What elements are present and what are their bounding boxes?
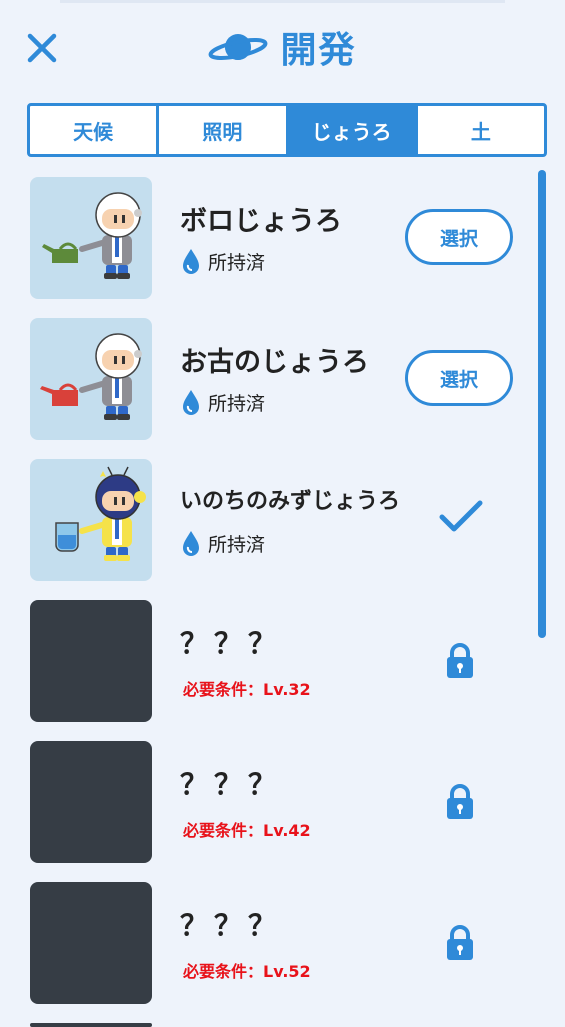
tab-lighting[interactable]: 照明 [159,106,289,154]
character-image [42,192,142,279]
requirement-text: 必要条件：Lv.52 [183,962,311,981]
tab-soil[interactable]: 土 [418,106,544,154]
tab-weather[interactable]: 天候 [30,106,160,154]
requirement-text: 必要条件：Lv.42 [183,821,311,840]
locked-thumbnail [30,741,152,863]
water-drop-icon [183,531,199,556]
owned-status: 所持済 [180,388,265,416]
lock-icon [447,925,473,960]
owned-status: 所持済 [180,247,265,275]
item-name: ？？？ [180,909,283,942]
list-item: ？？？ 必要条件：Lv.32 [30,600,530,724]
lock-icon [447,784,473,819]
title-area: 開発 [0,22,565,72]
list-item: ？？？ 必要条件：Lv.52 [30,882,530,1006]
checkmark-icon [439,500,483,532]
scrollbar[interactable] [538,170,546,638]
header: 開発 [0,0,565,100]
locked-thumbnail [30,600,152,722]
owned-label: 所持済 [208,392,266,415]
list-item: ？？？ 必要条件：Lv.42 [30,741,530,865]
item-name: いのちのみずじょうろ [180,489,401,514]
character-image [55,466,146,561]
tab-watering-can[interactable]: じょうろ [288,106,418,154]
item-thumbnail [30,318,152,440]
category-tabs: 天候 照明 じょうろ 土 [27,103,547,157]
lock-icon [447,643,473,678]
owned-label: 所持済 [208,251,266,274]
owned-label: 所持済 [208,533,266,556]
list-item: いのちのみずじょうろ 所持済 [30,459,530,583]
water-drop-icon [183,390,199,415]
item-name: ボロじょうろ [180,206,342,237]
planet-icon [209,34,268,60]
item-name: ？？？ [180,627,283,660]
item-name: ？？？ [180,768,283,801]
item-name: お古のじょうろ [180,347,369,378]
item-list: ボロじょうろ 所持済 選択 お古のじょうろ 所持済 選択 いのちのみずじょうろ … [0,170,565,1027]
list-item: ボロじょうろ 所持済 選択 [30,177,530,301]
water-drop-icon [183,249,199,274]
character-image [40,333,142,420]
list-item: お古のじょうろ 所持済 選択 [30,318,530,442]
locked-thumbnail [30,882,152,1004]
owned-status: 所持済 [180,529,265,557]
item-thumbnail [30,177,152,299]
page-title: 開発 [280,30,357,71]
requirement-text: 必要条件：Lv.32 [183,680,311,699]
select-button[interactable]: 選択 [405,209,513,265]
select-button[interactable]: 選択 [405,350,513,406]
item-thumbnail [30,459,152,581]
